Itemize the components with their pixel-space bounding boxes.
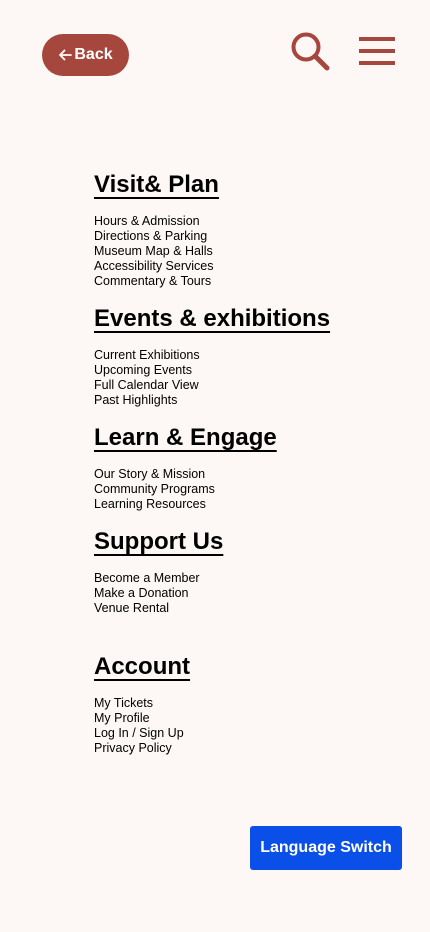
- nav-link[interactable]: Become a Member: [94, 571, 223, 586]
- nav-section-support-us: Support Us Become a Member Make a Donati…: [94, 527, 223, 616]
- hamburger-menu-icon: [359, 37, 395, 65]
- section-links: Hours & Admission Directions & Parking M…: [94, 214, 219, 289]
- section-title[interactable]: Account: [94, 652, 190, 682]
- language-switch-button[interactable]: Language Switch: [250, 826, 402, 870]
- nav-link[interactable]: Privacy Policy: [94, 741, 190, 756]
- nav-link[interactable]: Full Calendar View: [94, 378, 330, 393]
- search-icon: [291, 32, 330, 71]
- nav-link[interactable]: Past Highlights: [94, 393, 330, 408]
- nav-link[interactable]: Venue Rental: [94, 601, 223, 616]
- section-title[interactable]: Learn & Engage: [94, 423, 277, 453]
- nav-link[interactable]: My Tickets: [94, 696, 190, 711]
- nav-link[interactable]: Current Exhibitions: [94, 348, 330, 363]
- arrow-left-icon: [58, 49, 73, 61]
- nav-link[interactable]: Log In / Sign Up: [94, 726, 190, 741]
- nav-link[interactable]: Directions & Parking: [94, 229, 219, 244]
- nav-section-visit-plan: Visit& Plan Hours & Admission Directions…: [94, 170, 219, 289]
- nav-link[interactable]: Learning Resources: [94, 497, 277, 512]
- nav-link[interactable]: Our Story & Mission: [94, 467, 277, 482]
- menu-button[interactable]: [358, 36, 396, 66]
- section-links: My Tickets My Profile Log In / Sign Up P…: [94, 696, 190, 756]
- nav-link[interactable]: Community Programs: [94, 482, 277, 497]
- nav-link[interactable]: Upcoming Events: [94, 363, 330, 378]
- search-button[interactable]: [289, 30, 331, 72]
- nav-link[interactable]: Museum Map & Halls: [94, 244, 219, 259]
- nav-link[interactable]: Commentary & Tours: [94, 274, 219, 289]
- section-title[interactable]: Visit& Plan: [94, 170, 219, 200]
- section-title[interactable]: Events & exhibitions: [94, 304, 330, 334]
- nav-section-learn-engage: Learn & Engage Our Story & Mission Commu…: [94, 423, 277, 512]
- nav-link[interactable]: Make a Donation: [94, 586, 223, 601]
- section-links: Become a Member Make a Donation Venue Re…: [94, 571, 223, 616]
- nav-link[interactable]: My Profile: [94, 711, 190, 726]
- nav-section-account: Account My Tickets My Profile Log In / S…: [94, 652, 190, 756]
- back-button[interactable]: Back: [42, 34, 129, 76]
- nav-link[interactable]: Accessibility Services: [94, 259, 219, 274]
- section-title[interactable]: Support Us: [94, 527, 223, 557]
- section-links: Our Story & Mission Community Programs L…: [94, 467, 277, 512]
- section-links: Current Exhibitions Upcoming Events Full…: [94, 348, 330, 408]
- back-button-label: Back: [74, 46, 113, 63]
- nav-section-events-exhibitions: Events & exhibitions Current Exhibitions…: [94, 304, 330, 408]
- nav-link[interactable]: Hours & Admission: [94, 214, 219, 229]
